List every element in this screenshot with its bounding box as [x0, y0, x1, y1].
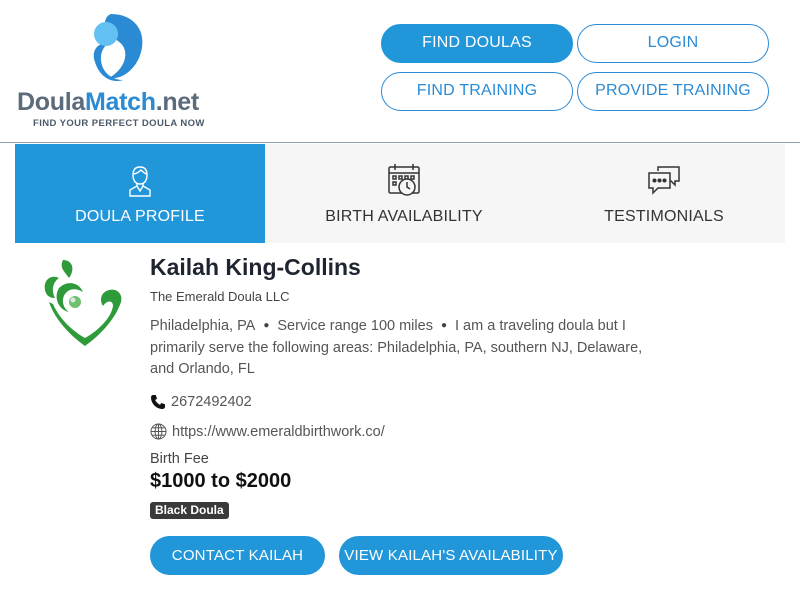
user-icon	[129, 166, 151, 197]
find-training-button[interactable]: FIND TRAINING	[381, 72, 573, 111]
service-range-text: Service range 100 miles	[277, 318, 433, 334]
globe-icon	[150, 423, 167, 440]
website-link[interactable]: https://www.emeraldbirthwork.co/	[172, 424, 385, 440]
find-doulas-button[interactable]: FIND DOULAS	[381, 24, 573, 63]
phone-row: 2672492402	[150, 394, 252, 410]
contact-doula-button[interactable]: CONTACT KAILAH	[150, 536, 325, 575]
logo-word-3: .net	[155, 88, 200, 116]
logo-tagline: FIND YOUR PERFECT DOULA NOW	[33, 118, 205, 129]
site-header: DoulaMatch.net FIND YOUR PERFECT DOULA N…	[0, 0, 800, 143]
site-logo[interactable]: DoulaMatch.net FIND YOUR PERFECT DOULA N…	[15, 10, 225, 135]
tab-testimonials[interactable]: TESTIMONIALS	[543, 144, 785, 243]
provide-training-button[interactable]: PROVIDE TRAINING	[577, 72, 769, 111]
calendar-clock-icon	[388, 164, 420, 196]
logo-word-2: Match	[84, 88, 156, 116]
phone-icon	[151, 395, 165, 409]
doula-badge: Black Doula	[150, 502, 229, 519]
location-text: Philadelphia, PA	[150, 318, 256, 334]
separator-dot: ●	[263, 320, 270, 331]
logo-mark-icon	[93, 14, 143, 82]
chat-bubbles-icon	[648, 166, 680, 195]
birth-fee-value: $1000 to $2000	[150, 470, 292, 492]
emerald-doula-logo	[44, 260, 122, 346]
separator-dot: ●	[440, 320, 447, 331]
birth-fee-label: Birth Fee	[150, 451, 209, 467]
doula-name: Kailah King-Collins	[150, 254, 361, 280]
tab-label: BIRTH AVAILABILITY	[325, 208, 483, 225]
tab-doula-profile[interactable]: DOULA PROFILE	[15, 144, 265, 243]
phone-link[interactable]: 2672492402	[171, 394, 252, 410]
tab-label: DOULA PROFILE	[75, 208, 205, 225]
business-name: The Emerald Doula LLC	[150, 289, 290, 304]
profile-tabs: DOULA PROFILE BIRTH AVAILABILITY TESTIMO…	[15, 144, 785, 243]
tab-label: TESTIMONIALS	[604, 208, 724, 225]
login-button[interactable]: LOGIN	[577, 24, 769, 63]
service-area: Philadelphia, PA ● Service range 100 miles…	[150, 315, 670, 381]
logo-word-1: Doula	[17, 88, 85, 116]
view-availability-button[interactable]: VIEW KAILAH'S AVAILABILITY	[339, 536, 563, 575]
logo-wordmark: DoulaMatch.net	[17, 88, 199, 117]
website-row: https://www.emeraldbirthwork.co/	[150, 423, 385, 440]
tab-birth-availability[interactable]: BIRTH AVAILABILITY	[265, 144, 543, 243]
